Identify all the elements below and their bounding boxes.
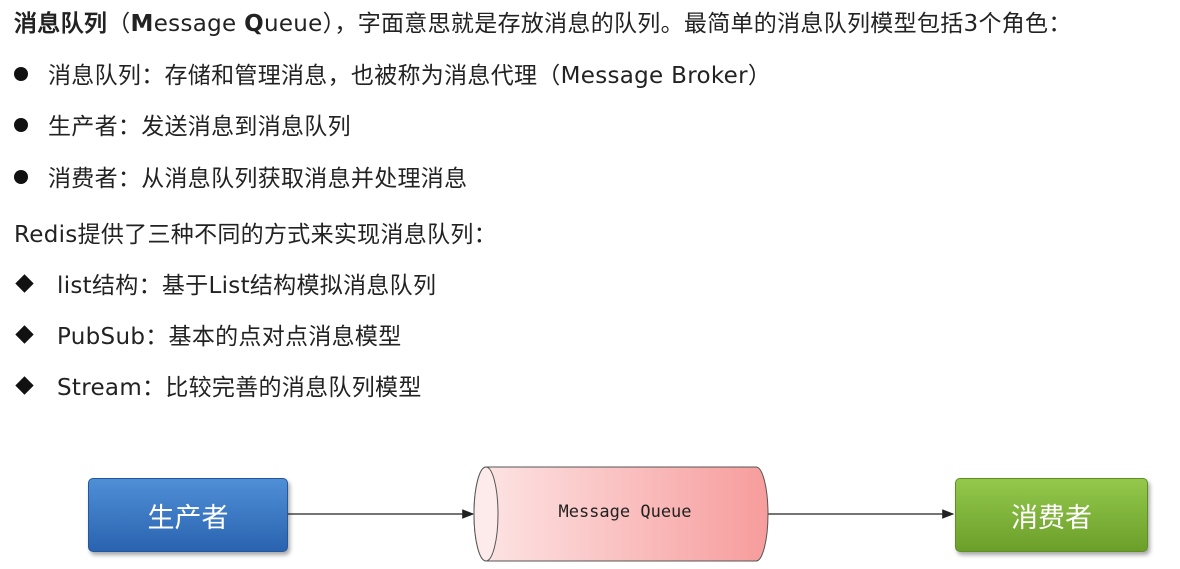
consumer-box: 消费者: [955, 478, 1148, 552]
producer-label: 生产者: [147, 502, 229, 534]
producer-box: 生产者: [88, 478, 288, 552]
queue-label: Message Queue: [558, 502, 692, 522]
consumer-label: 消费者: [1011, 502, 1092, 534]
